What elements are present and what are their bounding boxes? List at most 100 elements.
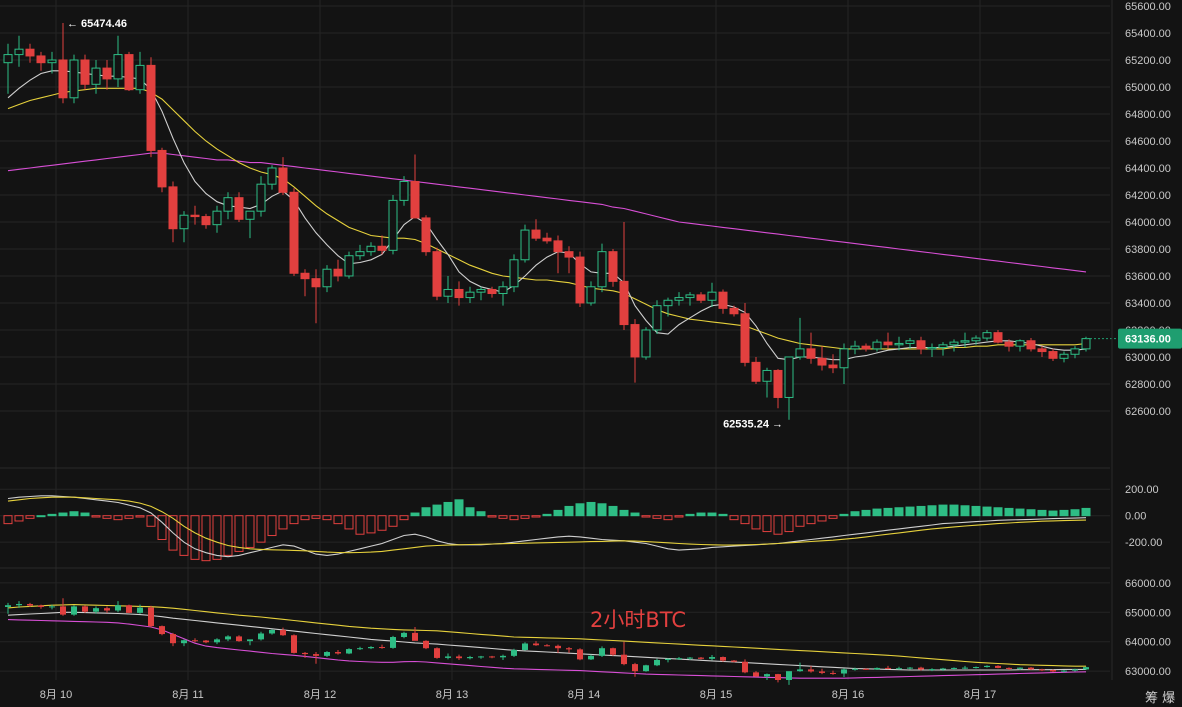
candle-body[interactable]	[454, 288, 464, 299]
candle-body[interactable]	[190, 214, 200, 218]
candle-body[interactable]	[91, 67, 101, 85]
candle-body[interactable]	[234, 197, 244, 220]
corner-toolbar-icons[interactable]: 筹 爆	[1145, 690, 1175, 706]
candle-body[interactable]	[69, 59, 79, 99]
candle-body[interactable]	[916, 340, 926, 350]
candle-body[interactable]	[850, 345, 860, 350]
candle-body[interactable]	[80, 59, 90, 85]
candle-body[interactable]	[531, 229, 541, 239]
candle-body[interactable]	[729, 307, 739, 315]
candle-body[interactable]	[25, 48, 35, 57]
candle-body[interactable]	[872, 341, 882, 350]
candle-body[interactable]	[432, 251, 442, 297]
candle-body[interactable]	[619, 280, 629, 326]
candle-body[interactable]	[586, 286, 596, 304]
candle-body[interactable]	[168, 186, 178, 230]
candle-body[interactable]	[465, 291, 475, 299]
candle-body[interactable]	[498, 286, 508, 295]
candle-body[interactable]	[289, 191, 299, 274]
candle-body[interactable]	[894, 342, 904, 346]
candle-body[interactable]	[905, 340, 915, 344]
candle-body[interactable]	[663, 299, 673, 307]
candle-body[interactable]	[245, 210, 255, 220]
candle-body[interactable]	[509, 259, 519, 288]
candle-body[interactable]	[113, 54, 123, 80]
candle-body[interactable]	[861, 345, 871, 350]
candle-body[interactable]	[993, 332, 1003, 343]
candle-body[interactable]	[135, 64, 145, 91]
candle-body[interactable]	[1004, 341, 1014, 347]
candle-body[interactable]	[520, 229, 530, 261]
candle-body[interactable]	[795, 348, 805, 358]
candle-body[interactable]	[960, 340, 970, 343]
candle-body[interactable]	[542, 237, 552, 242]
candle-body[interactable]	[597, 251, 607, 288]
candle-body[interactable]	[421, 217, 431, 253]
candle-body[interactable]	[47, 59, 57, 64]
candle-body[interactable]	[146, 64, 156, 151]
candle-body[interactable]	[443, 288, 453, 297]
candle-body[interactable]	[388, 199, 398, 251]
candle-body[interactable]	[575, 256, 585, 304]
candle-body[interactable]	[839, 348, 849, 369]
candle-body[interactable]	[564, 251, 574, 258]
candle-body[interactable]	[223, 197, 233, 212]
candle-body[interactable]	[157, 149, 167, 188]
candle-body[interactable]	[278, 167, 288, 193]
candle-body[interactable]	[212, 210, 222, 226]
candle-body[interactable]	[971, 337, 981, 342]
candle-body[interactable]	[927, 347, 937, 350]
candle-body[interactable]	[806, 348, 816, 359]
candle-body[interactable]	[124, 54, 134, 91]
candle-body[interactable]	[685, 294, 695, 299]
candle-body[interactable]	[553, 240, 563, 253]
candle-body[interactable]	[982, 332, 992, 339]
candle-body[interactable]	[641, 329, 651, 358]
candle-body[interactable]	[762, 369, 772, 382]
candle-body[interactable]	[58, 59, 68, 99]
candle-body[interactable]	[344, 255, 354, 277]
candle-body[interactable]	[300, 272, 310, 280]
candle-body[interactable]	[608, 251, 618, 282]
candle-body[interactable]	[355, 251, 365, 257]
candle-body[interactable]	[267, 167, 277, 185]
candle-body[interactable]	[102, 67, 112, 80]
candle-body[interactable]	[696, 294, 706, 301]
candle-body[interactable]	[333, 268, 343, 277]
candle-body[interactable]	[3, 54, 13, 64]
candle-body[interactable]	[718, 291, 728, 309]
candle-body[interactable]	[399, 180, 409, 201]
candle-body[interactable]	[311, 278, 321, 288]
candle-body[interactable]	[751, 361, 761, 382]
candle-body[interactable]	[707, 291, 717, 301]
candle-body[interactable]	[487, 288, 497, 295]
candle-body[interactable]	[366, 245, 376, 253]
candle-body[interactable]	[740, 313, 750, 363]
candle-body[interactable]	[201, 216, 211, 226]
btc-2h-chart[interactable]: ← 65474.46 62535.24 → 65600.00 65400.00 652…	[0, 0, 1182, 707]
candle-body[interactable]	[377, 245, 387, 251]
candle-body[interactable]	[36, 55, 46, 64]
candle-body[interactable]	[179, 214, 189, 230]
candle-body[interactable]	[1037, 348, 1047, 353]
candle-body[interactable]	[652, 305, 662, 331]
candle-body[interactable]	[256, 183, 266, 212]
candle-body[interactable]	[784, 356, 794, 398]
candle-body[interactable]	[1081, 338, 1091, 350]
candle-body[interactable]	[1015, 340, 1025, 347]
candle-body[interactable]	[410, 180, 420, 219]
candle-body[interactable]	[883, 341, 893, 346]
candle-body[interactable]	[828, 364, 838, 369]
candle-body[interactable]	[949, 341, 959, 346]
candle-body[interactable]	[773, 369, 783, 398]
candle-body[interactable]	[1026, 340, 1036, 350]
candle-body[interactable]	[1070, 348, 1080, 355]
candle-body[interactable]	[1059, 353, 1069, 359]
candle-body[interactable]	[817, 357, 827, 366]
candle-body[interactable]	[322, 268, 332, 288]
candle-body[interactable]	[476, 288, 486, 293]
candle-body[interactable]	[14, 48, 24, 56]
candle-body[interactable]	[938, 344, 948, 349]
candle-body[interactable]	[1048, 351, 1058, 359]
candle-body[interactable]	[630, 324, 640, 358]
